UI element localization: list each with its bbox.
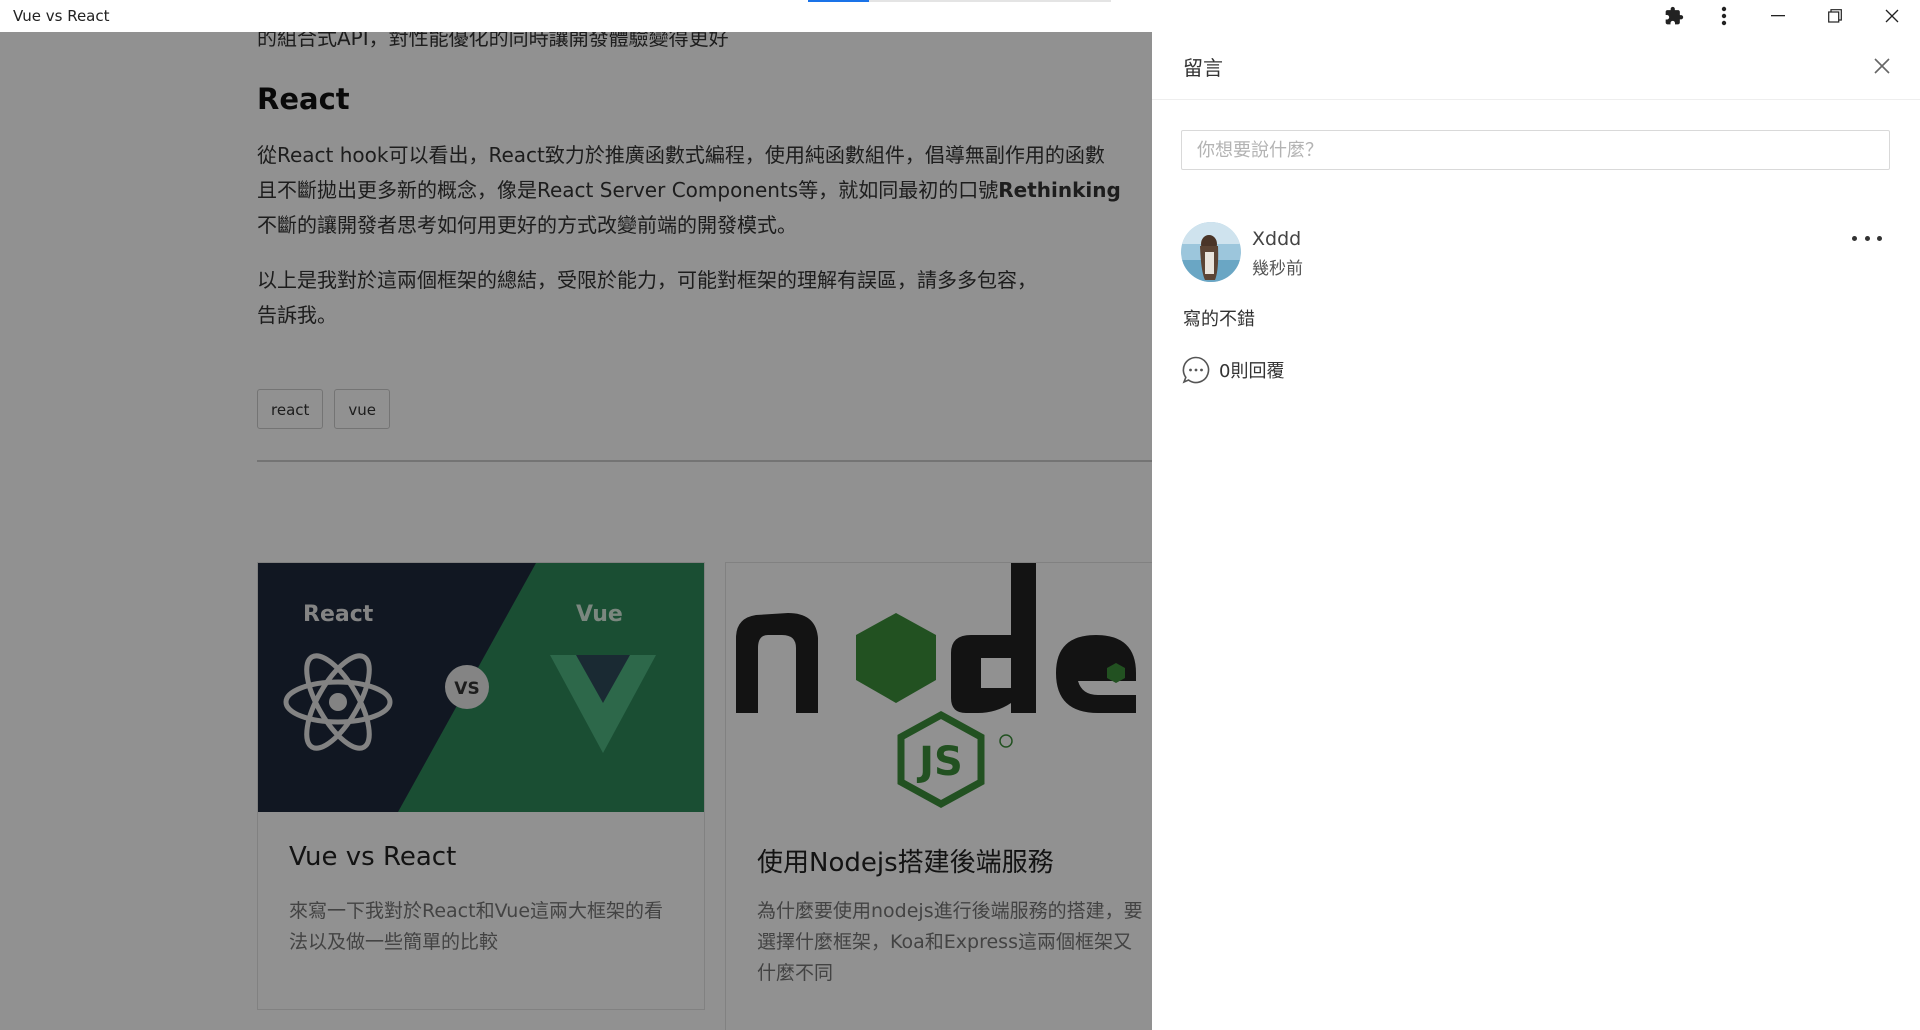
drawer-backdrop[interactable] [0, 32, 1152, 1030]
extensions-icon[interactable] [1649, 0, 1699, 32]
reply-button[interactable]: 0則回覆 [1181, 355, 1284, 385]
avatar [1181, 222, 1241, 282]
close-window-button[interactable] [1863, 0, 1920, 32]
restore-button[interactable] [1806, 0, 1863, 32]
drawer-title: 留言 [1183, 56, 1223, 80]
minimize-button[interactable] [1749, 0, 1806, 32]
comment-input[interactable] [1181, 130, 1890, 170]
more-menu-icon[interactable] [1699, 0, 1749, 32]
article-page: 的組合式API，對性能優化的同時讓開發體驗變得更好 React 從React h… [0, 32, 1152, 1030]
comment-more-icon[interactable] [1852, 228, 1882, 248]
comment-timestamp: 幾秒前 [1252, 259, 1303, 279]
window-titlebar: Vue vs React [0, 0, 1920, 32]
comment-drawer: 留言 Xddd 幾秒前 寫的不錯 0則回覆 [1152, 32, 1920, 1030]
close-icon[interactable] [1872, 56, 1892, 76]
page-load-progress [808, 0, 1111, 2]
comment-username[interactable]: Xddd [1252, 228, 1301, 250]
chat-bubble-icon [1182, 356, 1210, 384]
reply-count: 0則回覆 [1219, 361, 1285, 382]
drawer-header: 留言 [1152, 32, 1920, 100]
window-title: Vue vs React [13, 7, 110, 25]
comment-text: 寫的不錯 [1183, 309, 1255, 330]
